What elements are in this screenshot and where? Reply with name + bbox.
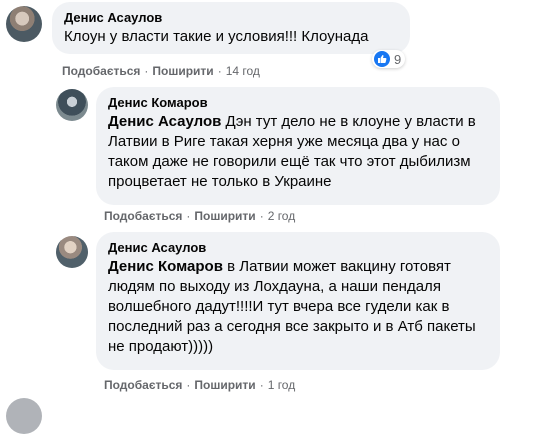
separator: ·: [186, 378, 191, 392]
timestamp[interactable]: 1 год: [268, 378, 296, 392]
comment-author[interactable]: Денис Комаров: [108, 95, 488, 110]
reaction-count: 9: [394, 51, 402, 67]
share-button[interactable]: Поширити: [152, 64, 213, 78]
avatar[interactable]: [6, 398, 42, 434]
like-button[interactable]: Подобається: [104, 378, 182, 392]
mention-link[interactable]: Денис Асаулов: [108, 113, 221, 130]
avatar[interactable]: [56, 236, 88, 268]
comment-bubble: Денис Асаулов Денис Комаров в Латвии мож…: [96, 232, 500, 370]
comment-author[interactable]: Денис Асаулов: [64, 10, 398, 25]
comment-text: Денис Асаулов Дэн тут дело не в клоуне у…: [108, 112, 488, 192]
comment-text: Клоун у власти такие и условия!!! Клоуна…: [64, 28, 369, 45]
like-button[interactable]: Подобається: [62, 64, 140, 78]
comment-bubble: Денис Комаров Денис Асаулов Дэн тут дело…: [96, 87, 500, 205]
comment-author[interactable]: Денис Асаулов: [108, 240, 488, 255]
comment-1: Денис Асаулов Клоун у власти такие и усл…: [0, 0, 533, 85]
timestamp[interactable]: 2 год: [268, 209, 296, 223]
avatar[interactable]: [56, 89, 88, 121]
reaction-summary[interactable]: 9: [372, 50, 406, 68]
separator: ·: [259, 209, 264, 223]
comment-2: Денис Комаров Денис Асаулов Дэн тут дело…: [0, 85, 533, 230]
comment-text: Денис Комаров в Латвии может вакцину гот…: [108, 257, 488, 357]
like-button[interactable]: Подобається: [104, 209, 182, 223]
comment-actions: Подобається · Поширити · 14 год: [62, 64, 260, 78]
share-button[interactable]: Поширити: [194, 209, 255, 223]
comment-bubble: Денис Асаулов Клоун у власти такие и усл…: [52, 2, 410, 54]
separator: ·: [144, 64, 149, 78]
like-icon: [374, 51, 390, 67]
avatar[interactable]: [6, 6, 42, 42]
share-button[interactable]: Поширити: [194, 378, 255, 392]
separator: ·: [217, 64, 222, 78]
comment-3: Денис Асаулов Денис Комаров в Латвии мож…: [0, 230, 533, 400]
comment-actions: Подобається · Поширити · 1 год: [104, 378, 295, 392]
separator: ·: [259, 378, 264, 392]
separator: ·: [186, 209, 191, 223]
mention-link[interactable]: Денис Комаров: [108, 258, 223, 275]
timestamp[interactable]: 14 год: [226, 64, 260, 78]
comment-actions: Подобається · Поширити · 2 год: [104, 209, 295, 223]
